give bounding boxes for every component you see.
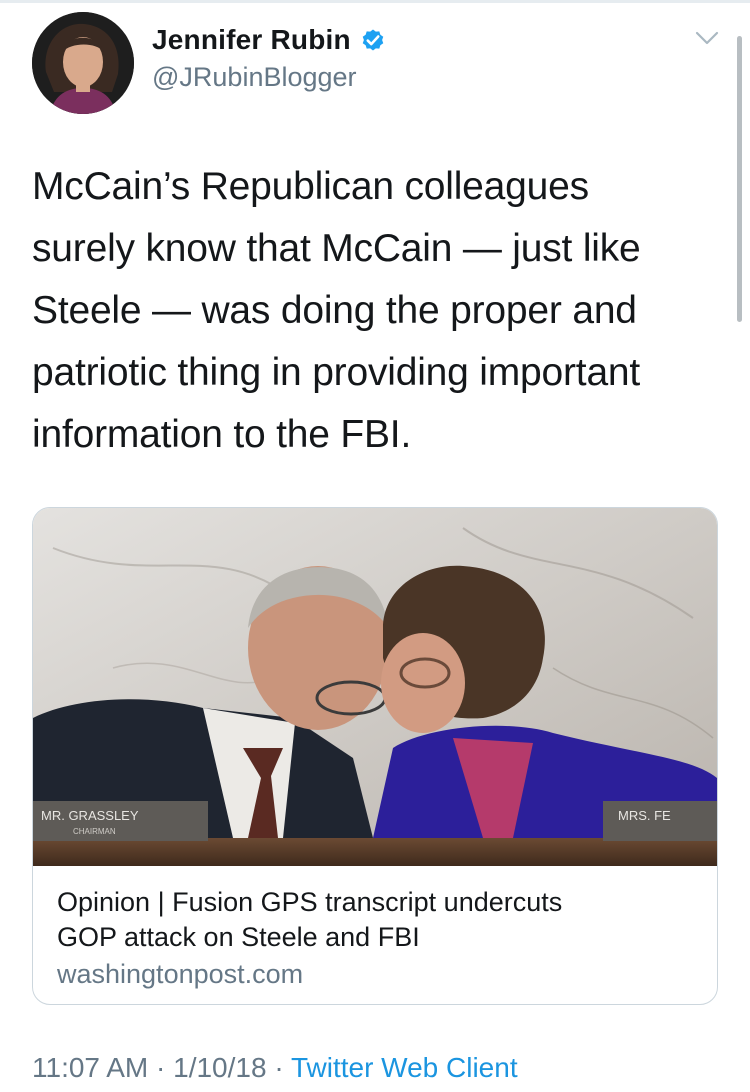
- tweet-client-link[interactable]: Twitter Web Client: [291, 1052, 518, 1083]
- nameplate-left: MR. GRASSLEY: [41, 808, 139, 823]
- tweet-meta: 11:07 AM · 1/10/18 · Twitter Web Client: [32, 1052, 518, 1084]
- author-name-row: Jennifer Rubin: [152, 24, 387, 56]
- verified-badge-icon: [359, 26, 387, 54]
- top-divider: [0, 0, 750, 3]
- card-title[interactable]: Opinion | Fusion GPS transcript undercut…: [57, 885, 697, 955]
- card-photo[interactable]: MR. GRASSLEY CHAIRMAN MRS. FE: [33, 508, 717, 866]
- link-card[interactable]: MR. GRASSLEY CHAIRMAN MRS. FE Opinion | …: [32, 507, 718, 1005]
- meta-separator: ·: [266, 1052, 291, 1083]
- tweet-time[interactable]: 11:07 AM: [32, 1052, 148, 1083]
- tweet-date[interactable]: 1/10/18: [173, 1052, 266, 1083]
- author-handle[interactable]: @JRubinBlogger: [152, 62, 357, 93]
- nameplate-left-sub: CHAIRMAN: [73, 827, 116, 836]
- tweet-line: surely know that McCain — just like: [32, 227, 641, 270]
- tweet-line: information to the FBI.: [32, 413, 412, 456]
- tweet-line: McCain’s Republican colleagues: [32, 165, 589, 208]
- card-domain: washingtonpost.com: [57, 959, 304, 989]
- card-body[interactable]: Opinion | Fusion GPS transcript undercut…: [57, 885, 697, 992]
- card-title-line: GOP attack on Steele and FBI: [57, 922, 420, 952]
- scrollbar[interactable]: [737, 36, 742, 322]
- tweet-line: Steele — was doing the proper and: [32, 289, 637, 332]
- tweet-text: McCain’s Republican colleagues surely kn…: [32, 156, 722, 466]
- author-display-name[interactable]: Jennifer Rubin: [152, 24, 351, 56]
- tweet-line: patriotic thing in providing important: [32, 351, 641, 394]
- chevron-down-icon[interactable]: [694, 28, 720, 48]
- meta-separator: ·: [148, 1052, 174, 1083]
- nameplate-right: MRS. FE: [618, 808, 671, 823]
- card-title-line: Opinion | Fusion GPS transcript undercut…: [57, 887, 563, 917]
- avatar[interactable]: [32, 12, 134, 114]
